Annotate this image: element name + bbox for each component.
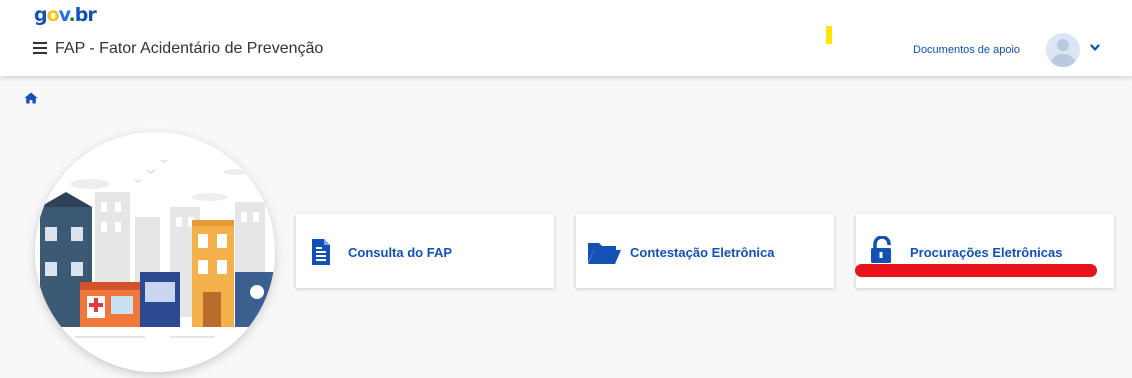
city-illustration [35,132,275,372]
header: gov.br FAP - Fator Acidentário de Preven… [0,0,1132,76]
document-icon [312,239,330,265]
logo-letter: o [46,4,60,26]
logo-letter: br [74,4,97,26]
card-label: Procurações Eletrônicas [910,245,1063,260]
red-annotation-underline [855,264,1097,277]
unlock-icon [871,236,891,263]
folder-open-icon [588,243,621,264]
govbr-logo[interactable]: gov.br [34,4,97,26]
logo-letter: g [34,4,48,26]
logo-letter: v [58,4,70,26]
hamburger-menu-icon[interactable] [33,42,47,56]
card-label: Contestação Eletrônica [630,245,775,260]
page-title: FAP - Fator Acidentário de Prevenção [55,40,324,57]
documents-link[interactable]: Documentos de apoio [913,44,1020,56]
chevron-down-icon[interactable] [1090,44,1100,52]
card-consulta-fap[interactable]: Consulta do FAP [296,214,554,288]
home-icon[interactable] [24,92,38,104]
avatar[interactable] [1046,33,1080,67]
card-label: Consulta do FAP [348,245,452,260]
card-contestacao-eletronica[interactable]: Contestação Eletrônica [576,214,834,288]
yellow-annotation-mark [826,26,832,44]
